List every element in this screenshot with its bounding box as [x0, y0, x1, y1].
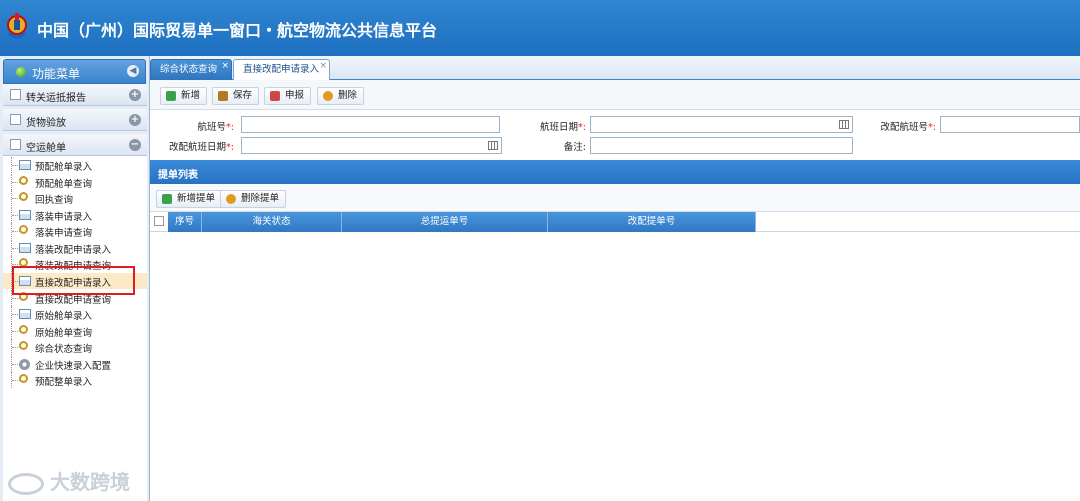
highlight-annotation — [12, 266, 135, 295]
sidebar-item[interactable]: 落装申请录入 — [3, 207, 147, 223]
search-icon — [19, 325, 28, 334]
new-flight-no-input[interactable] — [940, 116, 1080, 133]
sidebar-group-transfer[interactable]: 转关运抵报告 + — [3, 84, 147, 106]
submit-button[interactable]: 申报 — [264, 87, 312, 105]
bill-toolbar: 新增提单 删除提单 — [150, 184, 1080, 212]
section-title: 提单列表 — [158, 170, 198, 181]
form-icon — [19, 210, 31, 220]
sidebar-group-air-manifest[interactable]: 空运舱单 − — [3, 134, 147, 156]
form-icon — [19, 160, 31, 170]
delete-icon — [226, 194, 236, 204]
new-flight-date-label: 改配航班日期*: — [169, 142, 234, 153]
sidebar-item[interactable]: 预配舱单查询 — [3, 174, 147, 190]
add-bill-button[interactable]: 新增提单 — [156, 190, 223, 208]
flight-date-label: 航班日期*: — [540, 122, 586, 133]
expand-icon[interactable]: + — [129, 89, 141, 101]
save-icon — [218, 91, 228, 101]
toolbar: 新增 保存 申报 删除 — [150, 80, 1080, 110]
tab-direct-reassign-entry[interactable]: 直接改配申请录入 × — [233, 59, 330, 80]
close-icon[interactable]: × — [221, 56, 229, 76]
sidebar-item[interactable]: 企业快速录入配置 — [3, 356, 147, 372]
new-flight-no-label: 改配航班号*: — [880, 122, 936, 133]
col-seq[interactable]: 序号 — [168, 212, 202, 232]
flight-date-input[interactable] — [590, 116, 853, 133]
col-customs-status[interactable]: 海关状态 — [202, 212, 342, 232]
app-header: 中国（广州）国际贸易单一窗口・航空物流公共信息平台 — [0, 0, 1080, 56]
flight-no-label: 航班号*: — [197, 122, 234, 133]
sidebar-item[interactable]: 落装申请查询 — [3, 223, 147, 239]
entry-form: 航班号*: 航班日期*: 改配航班号*: 改配航班日期*: 备注: — [150, 110, 1080, 160]
calendar-icon[interactable] — [488, 141, 498, 150]
app-title: 中国（广州）国际贸易单一窗口・航空物流公共信息平台 — [37, 21, 438, 40]
delete-icon — [323, 91, 333, 101]
bill-list-header: 提单列表 — [150, 160, 1080, 184]
sidebar-header: 功能菜单 ◀ — [3, 59, 146, 84]
group-label: 空运舱单 — [26, 143, 66, 154]
watermark-logo-icon — [8, 472, 44, 495]
sidebar-item[interactable]: 落装改配申请录入 — [3, 240, 147, 256]
search-icon — [19, 374, 28, 383]
group-label: 转关运抵报告 — [26, 93, 86, 104]
send-icon — [270, 91, 280, 101]
gear-icon — [19, 359, 30, 370]
watermark: 大数跨境 — [8, 466, 148, 496]
search-icon — [19, 192, 28, 201]
close-icon[interactable]: × — [319, 56, 327, 76]
tab-status-query[interactable]: 综合状态查询 × — [150, 59, 232, 80]
document-icon — [10, 139, 21, 150]
sidebar-item[interactable]: 预配整单录入 — [3, 372, 147, 388]
new-flight-date-input[interactable] — [241, 137, 502, 154]
remark-label: 备注: — [563, 142, 586, 153]
collapse-icon[interactable]: − — [129, 139, 141, 151]
sidebar-item[interactable]: 综合状态查询 — [3, 339, 147, 355]
add-icon — [166, 91, 176, 101]
add-button[interactable]: 新增 — [160, 87, 208, 105]
sidebar-item[interactable]: 原始舱单录入 — [3, 306, 147, 322]
delete-button[interactable]: 删除 — [317, 87, 365, 105]
delete-bill-button[interactable]: 删除提单 — [220, 190, 287, 208]
search-icon — [19, 341, 28, 350]
flight-no-input[interactable] — [241, 116, 500, 133]
save-button[interactable]: 保存 — [212, 87, 260, 105]
select-all-checkbox[interactable] — [154, 216, 164, 226]
grid-body — [150, 232, 1080, 501]
sidebar-group-inspection[interactable]: 货物验放 + — [3, 109, 147, 131]
document-icon — [10, 114, 21, 125]
form-icon — [19, 243, 31, 253]
expand-icon[interactable]: + — [129, 114, 141, 126]
add-icon — [162, 194, 172, 204]
document-icon — [10, 89, 21, 100]
sidebar-menu-list: 预配舱单录入 预配舱单查询 回执查询 落装申请录入 落装申请查询 落装改配申请录… — [3, 156, 147, 501]
sidebar-title: 功能菜单 — [32, 67, 81, 81]
grid-header: 序号 海关状态 总提运单号 改配提单号 — [150, 212, 1080, 232]
col-reassign-bill-no[interactable]: 改配提单号 — [548, 212, 756, 232]
sidebar-item[interactable]: 预配舱单录入 — [3, 157, 147, 173]
collapse-sidebar-icon[interactable]: ◀ — [127, 65, 139, 77]
sidebar-item[interactable]: 原始舱单查询 — [3, 323, 147, 339]
col-master-bill-no[interactable]: 总提运单号 — [342, 212, 548, 232]
tab-bar: 综合状态查询 × 直接改配申请录入 × — [150, 56, 1080, 80]
remark-input[interactable] — [590, 137, 853, 154]
logo-icon — [7, 13, 27, 39]
calendar-icon[interactable] — [839, 120, 849, 129]
search-icon — [19, 176, 28, 185]
menu-icon — [16, 67, 26, 77]
group-label: 货物验放 — [26, 118, 66, 129]
sidebar-item[interactable]: 回执查询 — [3, 190, 147, 206]
form-icon — [19, 309, 31, 319]
search-icon — [19, 225, 28, 234]
